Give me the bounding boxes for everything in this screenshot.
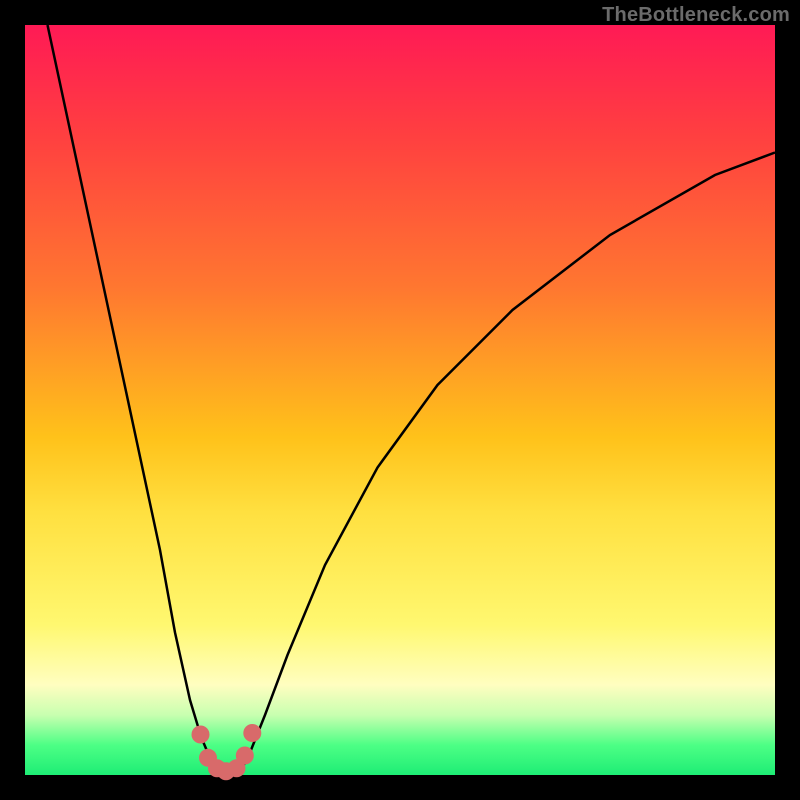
bead-marker <box>192 726 210 744</box>
curve-right-branch <box>228 153 776 775</box>
bead-marker <box>236 747 254 765</box>
curve-left-branch <box>48 25 228 774</box>
bead-marker <box>243 724 261 742</box>
chart-overlay <box>25 25 775 775</box>
watermark-text: TheBottleneck.com <box>602 4 790 27</box>
bead-group <box>192 724 262 780</box>
